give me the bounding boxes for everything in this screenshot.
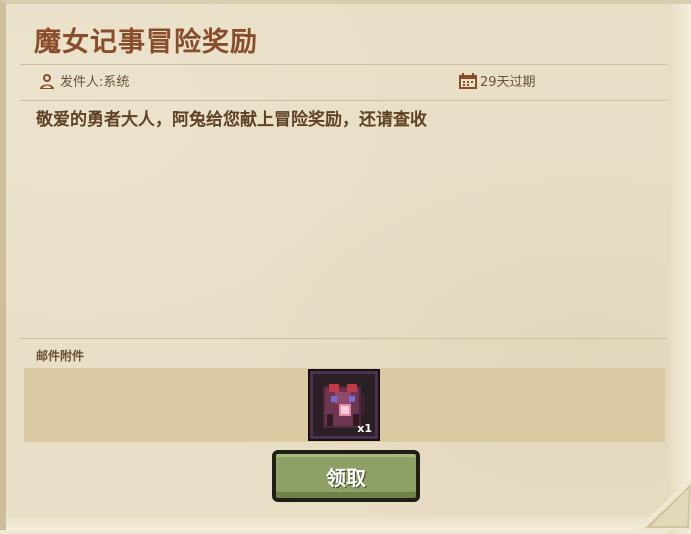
- paper-bottom-edge: [6, 516, 691, 530]
- mail-body: 敬爱的勇者大人，阿兔给您献上冒险奖励，还请查收: [36, 110, 427, 130]
- mail-panel: 魔女记事冒险奖励 发件人:系统 29天过期 敬爱的勇者大人，阿兔给您献上冒险奖励…: [0, 0, 691, 534]
- paper-right-edge: [669, 4, 691, 534]
- divider: [20, 338, 667, 339]
- attachment-item[interactable]: x1: [308, 369, 380, 441]
- user-icon: [38, 72, 56, 90]
- attachments-label: 邮件附件: [36, 349, 85, 363]
- sender-info: 发件人:系统: [38, 71, 129, 90]
- expiry-label: 29天过期: [480, 75, 536, 90]
- page-curl: [635, 478, 691, 530]
- mail-title: 魔女记事冒险奖励: [34, 27, 258, 58]
- claim-button[interactable]: 领取: [272, 450, 420, 502]
- calendar-icon: [458, 72, 477, 90]
- divider: [20, 100, 667, 101]
- sender-label: 发件人:系统: [60, 75, 130, 90]
- item-count: x1: [357, 422, 372, 435]
- expiry-info: 29天过期: [458, 71, 536, 90]
- divider: [20, 64, 667, 65]
